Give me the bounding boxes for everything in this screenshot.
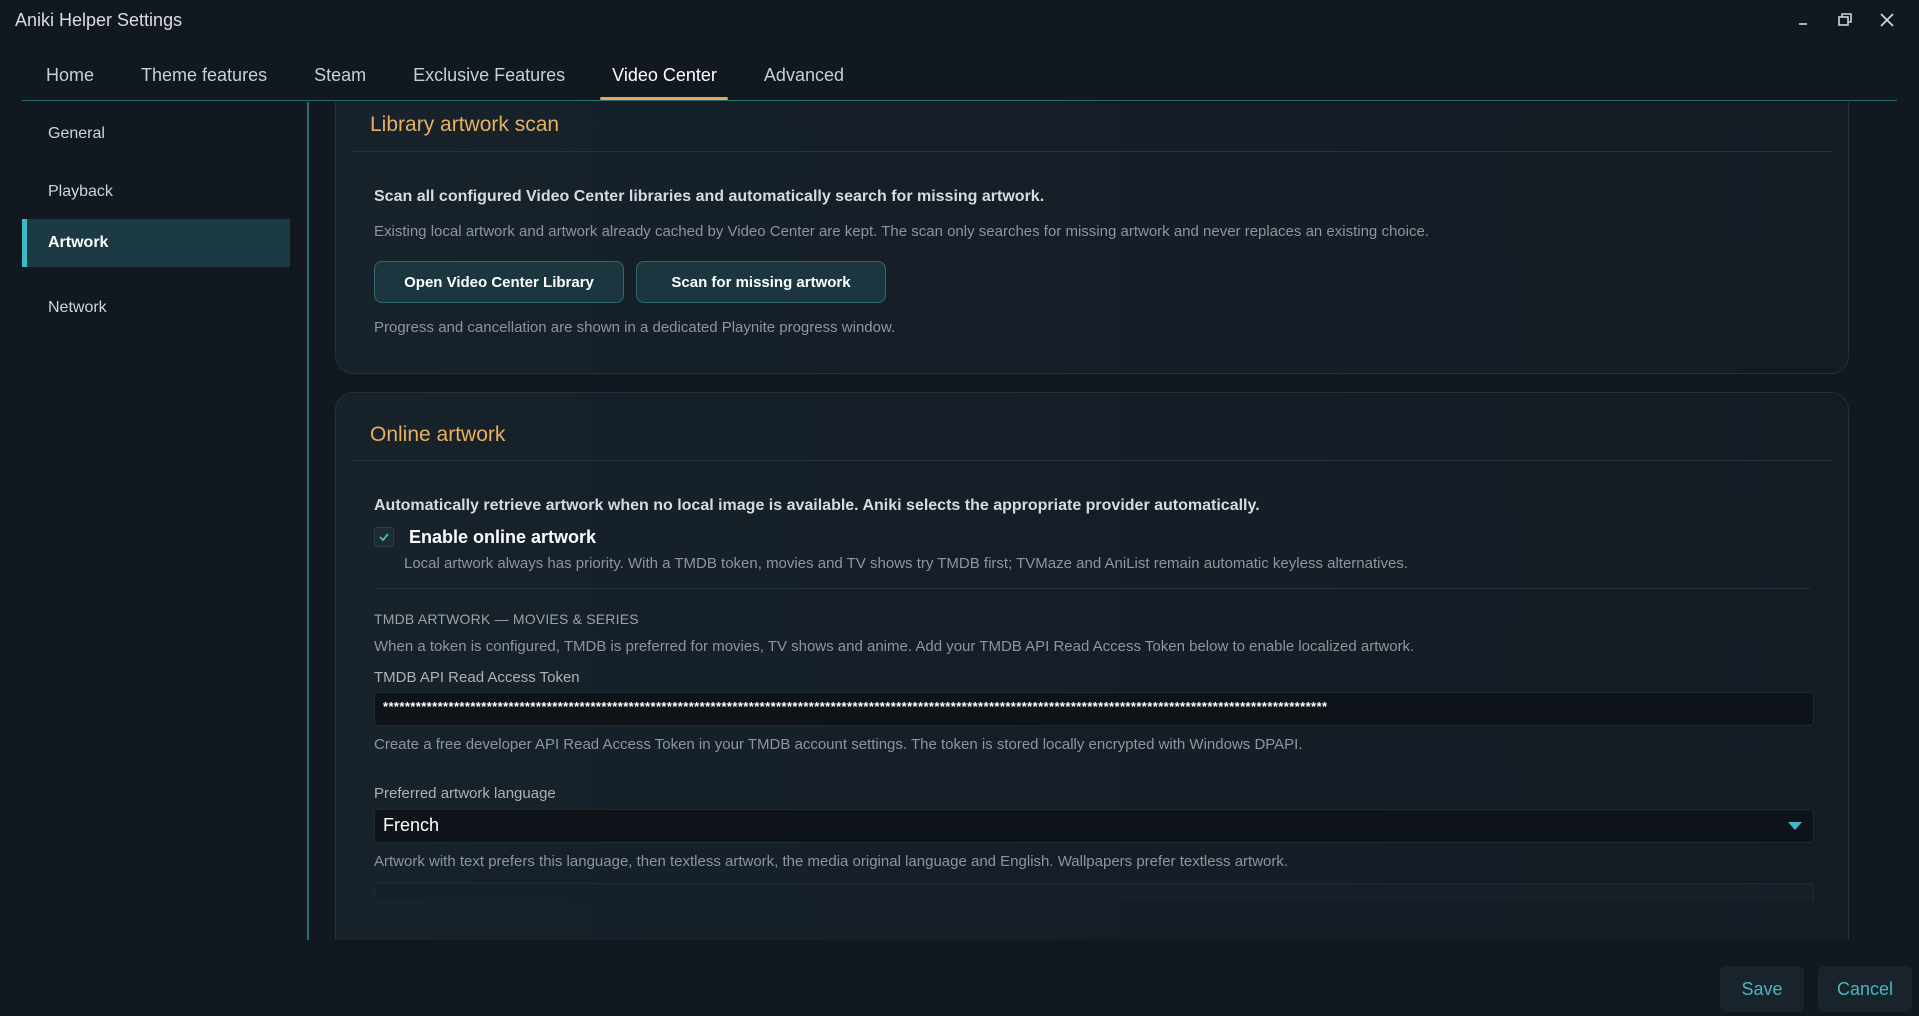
online-artwork-card: Online artwork Automatically retrieve ar… — [335, 392, 1849, 940]
enable-online-artwork-note: Local artwork always has priority. With … — [404, 555, 1408, 572]
content-scroll-area[interactable]: Library artwork scan Scan all configured… — [309, 102, 1907, 940]
token-note: Create a free developer API Read Access … — [374, 736, 1303, 753]
check-icon — [379, 533, 389, 542]
language-select[interactable]: French — [374, 809, 1814, 843]
chevron-down-icon — [1788, 822, 1802, 830]
next-field-partial — [374, 883, 1814, 901]
tab-steam[interactable]: Steam — [290, 60, 389, 100]
footer-bar: Save Cancel — [0, 940, 1919, 1016]
settings-window: Aniki Helper Settings Home Theme feature… — [0, 0, 1919, 1016]
sidebar-item-network[interactable]: Network — [22, 284, 290, 332]
library-scan-title: Library artwork scan — [370, 113, 560, 136]
cancel-button[interactable]: Cancel — [1818, 966, 1912, 1012]
library-scan-progress-note: Progress and cancellation are shown in a… — [374, 319, 896, 336]
title-bar: Aniki Helper Settings — [0, 0, 1919, 44]
close-icon[interactable] — [1873, 6, 1901, 34]
library-scan-description: Scan all configured Video Center librari… — [374, 188, 1045, 205]
section-divider — [374, 588, 1810, 589]
save-button[interactable]: Save — [1720, 966, 1804, 1012]
tmdb-token-input[interactable]: ****************************************… — [374, 692, 1814, 726]
library-scan-card: Library artwork scan Scan all configured… — [335, 102, 1849, 374]
language-select-value: French — [383, 815, 440, 835]
minimize-icon[interactable] — [1789, 6, 1817, 34]
tab-home[interactable]: Home — [22, 60, 117, 100]
card-divider — [352, 151, 1832, 152]
tab-theme-features[interactable]: Theme features — [117, 60, 290, 100]
sidebar-item-playback[interactable]: Playback — [22, 168, 290, 216]
window-controls — [1789, 6, 1901, 34]
restore-icon[interactable] — [1831, 6, 1859, 34]
language-label: Preferred artwork language — [374, 785, 556, 802]
scan-missing-artwork-button[interactable]: Scan for missing artwork — [636, 261, 886, 303]
card-divider — [352, 460, 1832, 461]
tab-video-center[interactable]: Video Center — [588, 60, 740, 100]
language-note: Artwork with text prefers this language,… — [374, 853, 1289, 870]
sidebar: General Playback Artwork Network — [22, 102, 290, 940]
window-title: Aniki Helper Settings — [15, 10, 183, 30]
tmdb-description: When a token is configured, TMDB is pref… — [374, 638, 1415, 655]
main-tabs: Home Theme features Steam Exclusive Feat… — [22, 60, 867, 100]
enable-online-artwork-checkbox[interactable] — [374, 527, 394, 547]
library-scan-note: Existing local artwork and artwork alrea… — [374, 223, 1429, 240]
tabs-divider — [22, 100, 1897, 101]
tmdb-section-caption: TMDB ARTWORK — MOVIES & SERIES — [374, 611, 639, 627]
online-artwork-description: Automatically retrieve artwork when no l… — [374, 497, 1260, 514]
tab-advanced[interactable]: Advanced — [740, 60, 867, 100]
sidebar-item-artwork[interactable]: Artwork — [22, 219, 290, 267]
online-artwork-title: Online artwork — [370, 423, 506, 446]
tab-exclusive-features[interactable]: Exclusive Features — [389, 60, 588, 100]
enable-online-artwork-label[interactable]: Enable online artwork — [409, 527, 596, 548]
sidebar-item-general[interactable]: General — [22, 110, 290, 158]
open-video-center-library-button[interactable]: Open Video Center Library — [374, 261, 624, 303]
token-label: TMDB API Read Access Token — [374, 669, 580, 686]
